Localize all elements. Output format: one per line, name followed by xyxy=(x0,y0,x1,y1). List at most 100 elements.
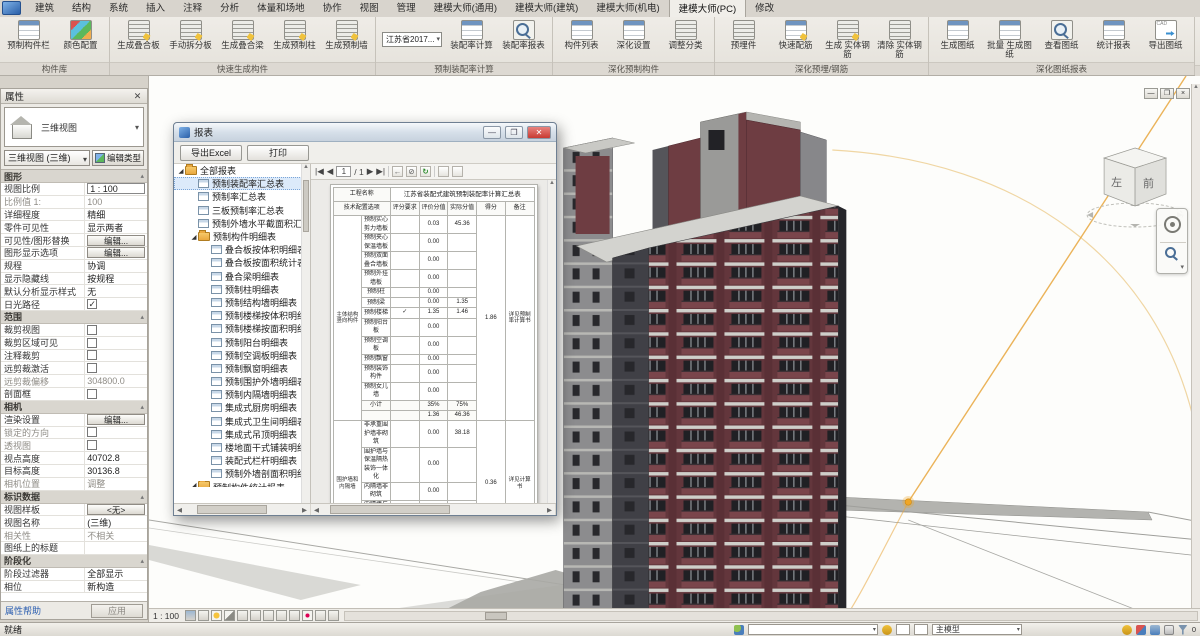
value-field[interactable]: 无 xyxy=(87,285,96,297)
select-link-icon[interactable] xyxy=(1136,625,1146,635)
prev-page-button[interactable]: ◀ xyxy=(327,166,334,177)
tree-item[interactable]: 预制外墙水平截面积汇总表 xyxy=(174,217,310,230)
tree-item[interactable]: 预制外墙剖面积明细表 xyxy=(174,467,310,480)
ribbon-tab[interactable]: 体量和场地 xyxy=(248,0,314,17)
ribbon-button[interactable]: 颜色配置 xyxy=(55,19,106,50)
tree-item[interactable]: 预制柱明细表 xyxy=(174,283,310,296)
canvas-vertical-scrollbar[interactable]: ▲ xyxy=(1191,84,1200,608)
refresh-icon[interactable]: ↻ xyxy=(420,166,431,177)
minimize-view-icon[interactable]: — xyxy=(1144,88,1158,99)
checkbox[interactable]: ✓ xyxy=(87,299,97,309)
stop-icon[interactable]: ⊘ xyxy=(406,166,417,177)
first-page-button[interactable]: |◀ xyxy=(315,166,324,177)
value-field[interactable]: 全部显示 xyxy=(87,568,123,580)
design-option-icon[interactable] xyxy=(896,624,910,635)
sun-icon[interactable] xyxy=(211,610,222,621)
ribbon-tab[interactable]: 管理 xyxy=(388,0,425,17)
value-field[interactable]: (三维) xyxy=(87,516,111,528)
edit-button[interactable]: 编辑... xyxy=(87,247,145,258)
ribbon-button[interactable]: 调整分类 xyxy=(660,19,711,50)
print-button[interactable]: 打印 xyxy=(247,145,309,161)
value-input[interactable]: 1 : 100 xyxy=(87,183,145,194)
design-options-dropdown[interactable]: 主模型 xyxy=(932,624,1022,635)
ribbon-tab[interactable]: 建模大师(机电) xyxy=(587,0,668,17)
ribbon-button[interactable]: 生成叠合梁 xyxy=(217,19,268,50)
editable-only-icon[interactable] xyxy=(882,625,892,635)
close-icon[interactable]: ✕ xyxy=(527,126,551,139)
ribbon-tab[interactable]: 插入 xyxy=(137,0,174,17)
tree-item[interactable]: 预制楼梯按面积明细表 xyxy=(174,322,310,335)
crop-region-icon[interactable] xyxy=(263,610,274,621)
detail-level-icon[interactable] xyxy=(198,610,209,621)
viewcube-left-label[interactable]: 左 xyxy=(1111,176,1122,189)
render-icon[interactable] xyxy=(237,610,248,621)
ribbon-button[interactable]: 深化设置 xyxy=(608,19,659,50)
tree-item[interactable]: 预制飘窗明细表 xyxy=(174,362,310,375)
value-field[interactable]: 不相关 xyxy=(87,529,114,541)
ribbon-button[interactable]: 生成 实体钢筋 xyxy=(822,19,873,59)
select-pinned-icon[interactable] xyxy=(1150,625,1160,635)
ribbon-tab[interactable]: 分析 xyxy=(211,0,248,17)
chevron-down-icon[interactable]: ▾ xyxy=(1180,263,1184,271)
ribbon-tab[interactable]: 修改 xyxy=(746,0,783,17)
view-selector-dropdown[interactable]: 三维视图 (三维) xyxy=(4,150,90,166)
ribbon-tab[interactable]: 建模大师(建筑) xyxy=(506,0,587,17)
value-field[interactable]: 按规程 xyxy=(87,273,114,285)
value-field[interactable]: 30136.8 xyxy=(87,466,120,476)
lock-view-icon[interactable] xyxy=(276,610,287,621)
tree-item[interactable]: ◢全部报表 xyxy=(174,164,310,177)
page-number-input[interactable]: 1 xyxy=(336,166,351,177)
property-section-header[interactable]: 范围▴ xyxy=(1,311,147,324)
ribbon-tab[interactable]: 结构 xyxy=(63,0,100,17)
ribbon-button[interactable]: 生成图纸 xyxy=(932,19,983,50)
ribbon-tab[interactable]: 协作 xyxy=(314,0,351,17)
checkbox[interactable] xyxy=(87,338,97,348)
ribbon-button[interactable]: 生成预制墙 xyxy=(321,19,372,50)
checkbox[interactable] xyxy=(87,440,97,450)
ribbon-button[interactable]: 生成预制柱 xyxy=(269,19,320,50)
expand-icon[interactable]: ◢ xyxy=(190,481,198,487)
shadows-icon[interactable] xyxy=(224,610,235,621)
constraints-icon[interactable] xyxy=(328,610,339,621)
canvas-horizontal-scrollbar[interactable] xyxy=(344,611,1198,621)
property-section-header[interactable]: 阶段化▴ xyxy=(1,555,147,568)
edit-button[interactable]: 编辑... xyxy=(87,235,145,246)
drawing-area[interactable]: 左 前 — ❐ × ▾ ▲ 1 : 100 报表 — ❐ ✕ 导出Excel 打 xyxy=(148,76,1200,622)
scrollbar-thumb[interactable] xyxy=(303,180,309,232)
drag-select-icon[interactable] xyxy=(1164,625,1174,635)
ribbon-tab[interactable]: 系统 xyxy=(100,0,137,17)
close-icon[interactable]: ✕ xyxy=(132,91,143,102)
viewcube-front-label[interactable]: 前 xyxy=(1143,176,1154,190)
ribbon-button[interactable]: 快速配筋 xyxy=(770,19,821,50)
filter-icon[interactable] xyxy=(1178,625,1188,635)
tree-item[interactable]: ◢预制构件明细表 xyxy=(174,230,310,243)
editable-only-icon[interactable] xyxy=(1122,625,1132,635)
ribbon-button[interactable]: 预埋件 xyxy=(718,19,769,50)
active-workset-dropdown[interactable] xyxy=(748,624,878,635)
steering-wheel-icon[interactable] xyxy=(1164,216,1181,233)
viewer-horizontal-scrollbar[interactable]: ◀▶ xyxy=(311,504,556,515)
temp-view-icon[interactable] xyxy=(315,610,326,621)
exclude-options-icon[interactable] xyxy=(914,624,928,635)
ribbon-tab[interactable]: 注释 xyxy=(174,0,211,17)
view-scale[interactable]: 1 : 100 xyxy=(153,611,179,621)
value-field[interactable]: 40702.8 xyxy=(87,453,120,463)
tree-item[interactable]: 叠合梁明细表 xyxy=(174,270,310,283)
tree-item[interactable]: 叠合板按面积统计表 xyxy=(174,256,310,269)
visual-style-icon[interactable] xyxy=(185,610,196,621)
building-model[interactable] xyxy=(564,112,847,618)
app-logo-icon[interactable] xyxy=(2,1,21,15)
checkbox[interactable] xyxy=(87,389,97,399)
page-layout-icon[interactable] xyxy=(438,166,449,177)
zoom-icon[interactable] xyxy=(1165,247,1176,258)
tree-vertical-scrollbar[interactable]: ▲ xyxy=(301,164,310,503)
property-section-header[interactable]: 图形▴ xyxy=(1,170,147,183)
tree-item[interactable]: 楼地面干式铺装明细表 xyxy=(174,441,310,454)
restore-view-icon[interactable]: ❐ xyxy=(1160,88,1174,99)
ribbon-button[interactable]: 预制构件栏 xyxy=(3,19,54,50)
tree-item[interactable]: 预制阳台明细表 xyxy=(174,335,310,348)
checkbox[interactable] xyxy=(87,427,97,437)
apply-button[interactable]: 应用 xyxy=(91,604,143,618)
crop-view-icon[interactable] xyxy=(250,610,261,621)
tree-item[interactable]: 集成式厨房明细表 xyxy=(174,401,310,414)
